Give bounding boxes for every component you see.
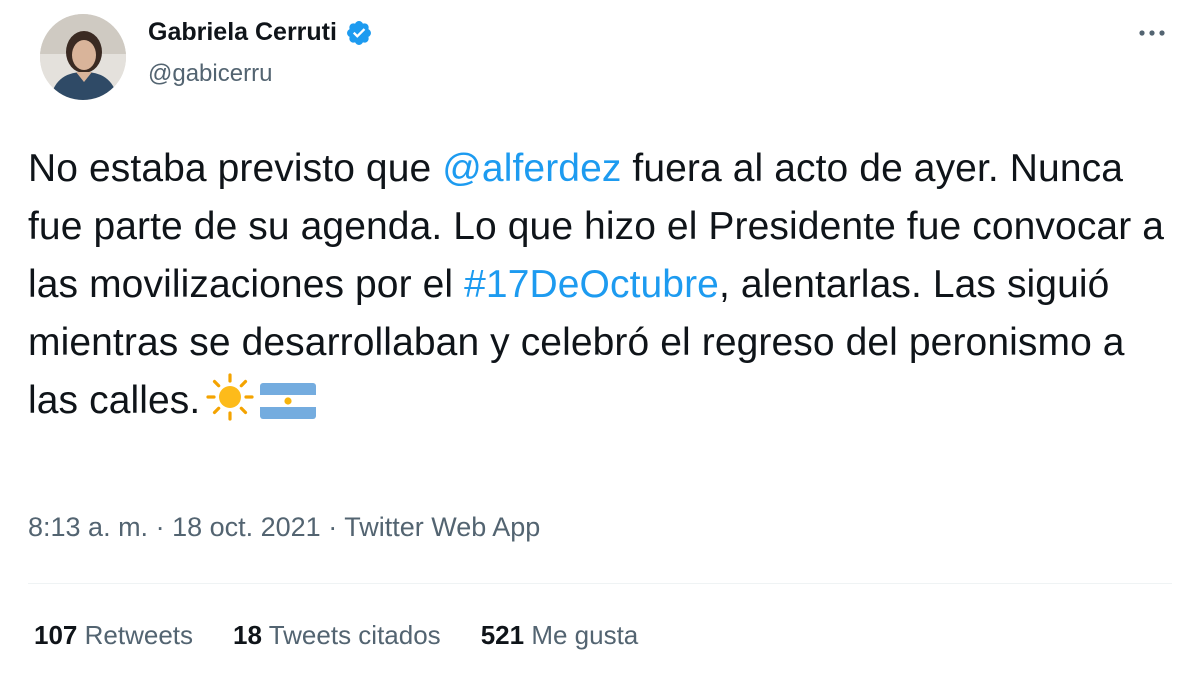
retweets-stat[interactable]: 107 Retweets — [34, 620, 193, 651]
likes-label: Me gusta — [531, 620, 639, 650]
argentina-flag-icon — [260, 380, 317, 438]
quotes-count: 18 — [233, 620, 262, 650]
likes-count: 521 — [480, 620, 525, 650]
retweets-count: 107 — [34, 620, 78, 650]
tweet-meta: 8:13 a. m. · 18 oct. 2021 · Twitter Web … — [28, 512, 540, 543]
meta-separator: · — [320, 512, 345, 542]
quotes-label: Tweets citados — [268, 620, 441, 650]
tweet-time[interactable]: 8:13 a. m. — [28, 512, 148, 542]
hashtag-link[interactable]: #17DeOctubre — [464, 263, 719, 306]
tweet-source[interactable]: Twitter Web App — [344, 512, 540, 542]
profile-photo-icon — [40, 14, 126, 100]
retweets-label: Retweets — [84, 620, 194, 650]
verified-badge-icon — [345, 19, 373, 47]
sun-icon — [206, 373, 254, 438]
tweet-text-part: No estaba previsto que — [28, 147, 443, 190]
meta-separator: · — [148, 512, 173, 542]
mention-link[interactable]: @alferdez — [442, 147, 621, 190]
author-handle[interactable]: @gabicerru — [148, 60, 272, 88]
tweet-date[interactable]: 18 oct. 2021 — [172, 512, 321, 542]
quotes-stat[interactable]: 18 Tweets citados — [233, 620, 441, 651]
more-options-icon[interactable] — [1132, 18, 1172, 48]
author-name-row: Gabriela Cerruti — [148, 18, 373, 47]
divider — [28, 583, 1172, 584]
tweet-card: Gabriela Cerruti @gabicerru No estaba pr… — [0, 0, 1200, 675]
avatar[interactable] — [40, 14, 126, 100]
tweet-stats: 107 Retweets 18 Tweets citados 521 Me gu… — [34, 620, 638, 651]
likes-stat[interactable]: 521 Me gusta — [481, 620, 639, 651]
author-display-name[interactable]: Gabriela Cerruti — [148, 18, 337, 47]
tweet-text: No estaba previsto que @alferdez fuera a… — [28, 140, 1178, 438]
